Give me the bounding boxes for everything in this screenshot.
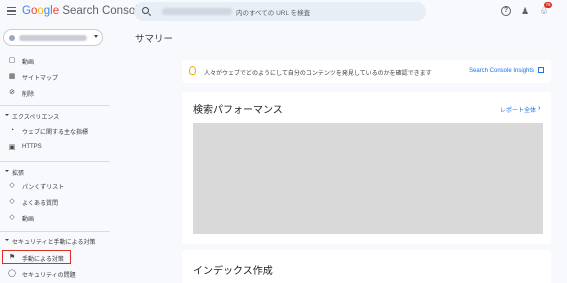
- sidebar-item-security-issues[interactable]: ◯ セキュリティの問題: [0, 267, 108, 281]
- shield-icon: ◯: [8, 270, 16, 277]
- sidebar-item-label: セキュリティの問題: [22, 273, 76, 279]
- insights-link[interactable]: Search Console Insights: [469, 68, 534, 74]
- property-selector[interactable]: [3, 29, 103, 46]
- highlight-box: [2, 250, 71, 264]
- indexing-title: インデックス作成: [193, 266, 273, 277]
- sidebar: ▢ 動画 ▦ サイトマップ ⊘ 削除 エクスペリエンス ◔ ウェブに関する主な指…: [0, 24, 112, 283]
- layers-icon: ◇: [9, 214, 15, 221]
- chevron-down-icon: [94, 35, 98, 38]
- chevron-down-icon: [5, 170, 9, 172]
- app-logo[interactable]: Google Search Console: [22, 5, 144, 17]
- speed-icon: ◔: [9, 127, 15, 134]
- chevron-down-icon: [5, 239, 9, 241]
- banner-text: 人々がウェブでどのようにして自分のコンテンツを発見しているのかを確認できます: [204, 71, 432, 77]
- section-experience-toggle[interactable]: エクスペリエンス: [0, 110, 112, 122]
- sidebar-item-label: 削除: [22, 92, 35, 98]
- sidebar-item-label: HTTPS: [22, 144, 42, 150]
- sidebar-item-faq[interactable]: ◇ よくある質問: [0, 195, 108, 209]
- sidebar-item-enh-video[interactable]: ◇ 動画: [0, 211, 108, 225]
- layers-icon: ◇: [9, 198, 15, 205]
- chevron-right-icon[interactable]: ›: [538, 104, 541, 112]
- performance-title: 検索パフォーマンス: [193, 105, 283, 116]
- performance-chart-placeholder: [193, 123, 543, 234]
- performance-card: 検索パフォーマンス レポート全体 ›: [182, 92, 551, 244]
- section-label: 拡張: [12, 171, 25, 177]
- help-icon[interactable]: ?: [501, 6, 511, 16]
- sidebar-item-label: 動画: [22, 217, 35, 223]
- sidebar-item-breadcrumbs[interactable]: ◇ パンくずリスト: [0, 179, 108, 193]
- sidebar-divider: [0, 105, 110, 106]
- section-security-toggle[interactable]: セキュリティと手動による対策: [0, 235, 112, 247]
- logo-google: Google: [22, 5, 60, 17]
- open-in-new-icon[interactable]: [538, 67, 544, 73]
- sidebar-divider: [0, 161, 110, 162]
- sidebar-item-https[interactable]: ▣ HTTPS: [0, 141, 108, 155]
- sidebar-item-video[interactable]: ▢ 動画: [0, 54, 108, 68]
- section-label: エクスペリエンス: [12, 115, 60, 121]
- hamburger-menu-icon[interactable]: [7, 7, 16, 15]
- full-report-link[interactable]: レポート全体: [500, 105, 536, 114]
- search-property-blur: [162, 8, 232, 15]
- sidebar-item-removal[interactable]: ⊘ 削除: [0, 86, 108, 100]
- section-label: セキュリティと手動による対策: [12, 240, 96, 246]
- property-url-blur: [19, 35, 87, 41]
- sidebar-item-label: 動画: [22, 60, 35, 66]
- sidebar-item-label: サイトマップ: [22, 76, 59, 82]
- sidebar-item-core-web-vitals[interactable]: ◔ ウェブに関する主な指標: [0, 124, 108, 138]
- logo-product: Search Console: [62, 5, 145, 17]
- removal-icon: ⊘: [9, 89, 15, 96]
- sitemap-icon: ▦: [8, 73, 16, 80]
- property-icon: [9, 34, 15, 41]
- sidebar-item-label: ウェブに関する主な指標: [22, 130, 89, 136]
- page-title: サマリー: [135, 34, 174, 45]
- url-inspect-search[interactable]: 内のすべての URL を検査: [134, 2, 426, 21]
- top-header: Google Search Console 内のすべての URL を検査 ? ♟…: [0, 0, 567, 24]
- section-enhancements-toggle[interactable]: 拡張: [0, 166, 112, 178]
- lightbulb-icon: [189, 66, 196, 75]
- sidebar-item-label: パンくずリスト: [22, 185, 65, 191]
- indexing-card: インデックス作成: [182, 250, 551, 283]
- search-placeholder: 内のすべての URL を検査: [236, 10, 311, 17]
- video-icon: ▢: [8, 57, 16, 64]
- users-settings-icon[interactable]: ♟: [520, 6, 530, 16]
- insights-banner: 人々がウェブでどのようにして自分のコンテンツを発見しているのかを確認できます S…: [182, 60, 551, 83]
- lock-icon: ▣: [8, 144, 16, 151]
- sidebar-item-label: よくある質問: [22, 201, 59, 207]
- chevron-down-icon: [5, 114, 9, 116]
- sidebar-item-sitemap[interactable]: ▦ サイトマップ: [0, 70, 108, 84]
- notification-badge: 76: [544, 2, 552, 8]
- sidebar-divider: [0, 231, 110, 232]
- search-icon: [142, 7, 149, 14]
- layers-icon: ◇: [9, 182, 15, 189]
